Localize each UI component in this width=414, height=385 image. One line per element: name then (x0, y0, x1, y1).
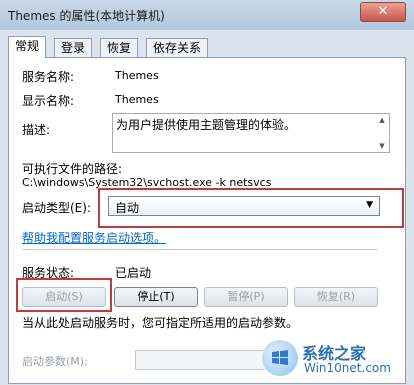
watermark-logo-icon (262, 340, 298, 376)
description-label: 描述: (22, 123, 51, 137)
help-link[interactable]: 帮助我配置服务启动选项。 (22, 229, 166, 246)
separator (22, 249, 378, 250)
tab-logon[interactable]: 登录 (54, 38, 93, 57)
service-name-label: 服务名称: (22, 70, 75, 84)
service-status-value: 已启动 (115, 266, 152, 280)
tab-strip: 常规 登录 恢复 依存关系 (8, 36, 406, 58)
display-name-value: Themes (115, 93, 159, 106)
startup-type-label: 启动类型(E): (22, 201, 91, 215)
scroll-up-icon[interactable]: ▲ (376, 115, 388, 125)
start-params-label: 启动参数(M): (22, 355, 88, 368)
highlight-startup-type (98, 188, 404, 228)
display-name-label: 显示名称: (22, 94, 75, 108)
close-button[interactable]: ✕ (360, 2, 406, 22)
exe-path-label: 可执行文件的路径: (22, 162, 123, 176)
stop-button[interactable]: 停止(T) (114, 287, 198, 307)
resume-button[interactable]: 恢复(R) (294, 287, 378, 307)
description-value: 为用户提供使用主题管理的体验。 (116, 118, 297, 132)
highlight-start-button (16, 278, 112, 312)
title-bar: Themes 的属性(本地计算机) ✕ (0, 0, 414, 30)
window-title: Themes 的属性(本地计算机) (8, 9, 165, 23)
close-icon: ✕ (377, 4, 389, 19)
start-params-hint: 当从此处启动服务时，您可指定所适用的启动参数。 (22, 316, 299, 330)
start-params-input[interactable] (135, 350, 277, 370)
service-name-value: Themes (115, 69, 159, 82)
tab-recovery[interactable]: 恢复 (100, 38, 139, 57)
watermark-site: Win10net.com (304, 361, 391, 375)
tab-general[interactable]: 常规 (8, 36, 47, 58)
tab-dependencies[interactable]: 依存关系 (146, 38, 209, 57)
scroll-down-icon[interactable]: ▼ (376, 141, 388, 151)
description-field[interactable]: 为用户提供使用主题管理的体验。 ▲ ▼ (112, 113, 390, 153)
pause-button[interactable]: 暂停(P) (204, 287, 288, 307)
